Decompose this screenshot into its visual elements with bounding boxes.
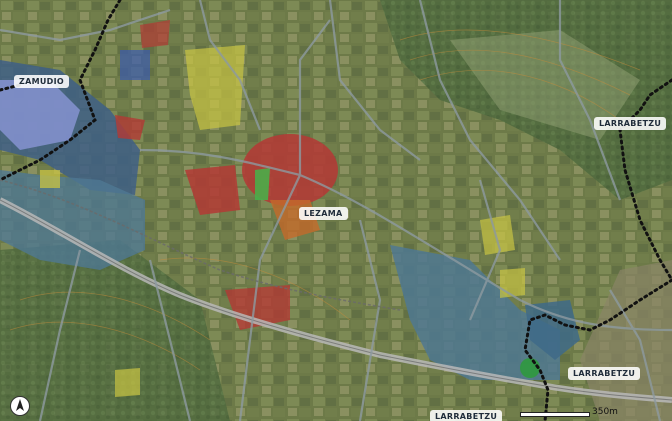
place-label-larrabetzu-se[interactable]: LARRABETZU	[568, 367, 641, 380]
place-label-larrabetzu-ne[interactable]: LARRABETZU	[594, 117, 667, 130]
yellow-zone-west	[40, 170, 60, 188]
yellow-zone-south	[115, 368, 140, 397]
yellow-zone-east	[480, 215, 515, 255]
place-label-lezama[interactable]: LEZAMA	[299, 207, 348, 220]
scale-bar-line	[520, 412, 590, 417]
map-canvas[interactable]: ZAMUDIO LEZAMA LARRABETZU LARRABETZU LAR…	[0, 0, 672, 421]
north-arrow-glyph	[16, 399, 24, 411]
green-zone	[255, 168, 270, 200]
scale-bar: 350m	[520, 407, 620, 418]
place-label-larrabetzu-s[interactable]: LARRABETZU	[430, 410, 503, 421]
place-label-zamudio[interactable]: ZAMUDIO	[14, 75, 69, 88]
scale-label: 350m	[592, 407, 618, 417]
north-arrow-icon	[10, 396, 30, 416]
industrial-block	[120, 50, 150, 80]
yellow-zone-east-2	[500, 268, 525, 298]
